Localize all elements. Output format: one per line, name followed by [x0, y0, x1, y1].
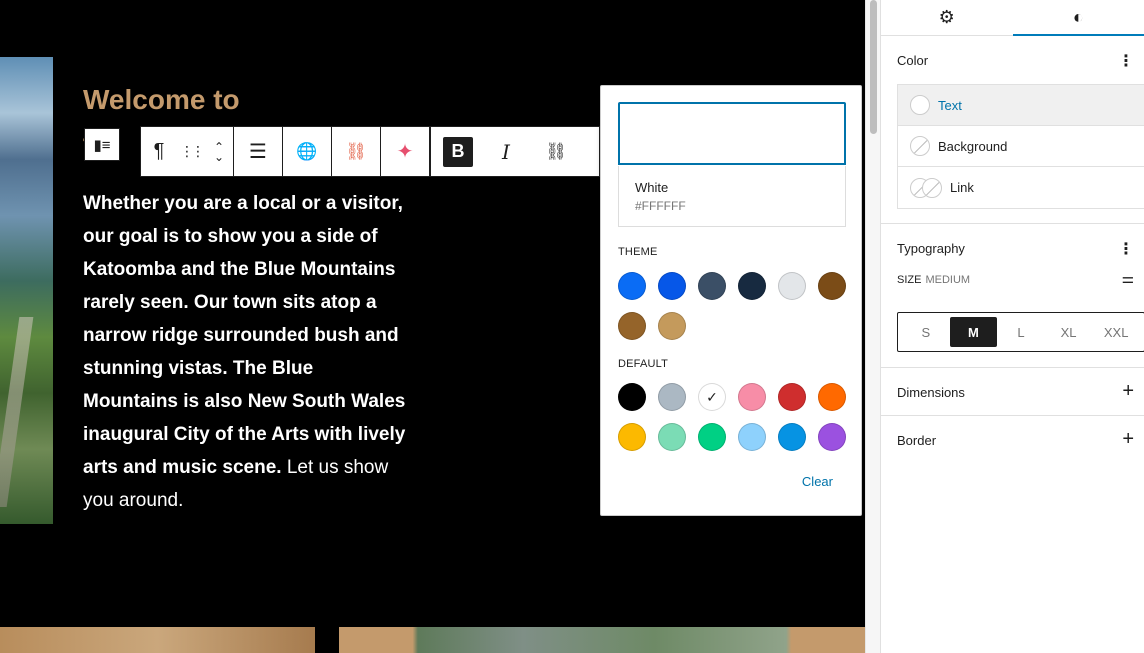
toolbar-group-block: ¶ ⋮⋮ ⌃ ⌄	[141, 127, 234, 176]
color-indicator-pair-icon	[910, 177, 942, 198]
theme-color-swatch[interactable]	[818, 272, 846, 300]
globe-icon[interactable]: 🌐	[283, 127, 331, 176]
color-panel-title: Color	[897, 53, 929, 68]
font-size-option-xl[interactable]: XL	[1045, 317, 1093, 347]
font-size-option-xxl[interactable]: XXL	[1092, 317, 1140, 347]
default-color-swatch[interactable]: ✓	[698, 383, 726, 411]
panel-divider	[881, 415, 1144, 416]
default-color-swatch[interactable]	[658, 383, 686, 411]
color-indicator-empty-icon	[922, 177, 942, 198]
toolbar-group-link-orange: ⛓	[332, 127, 381, 176]
block-heading[interactable]: Welcome to	[83, 84, 240, 116]
scrollbar-thumb[interactable]	[870, 0, 877, 134]
align-left-icon[interactable]: ☰	[234, 127, 282, 176]
default-color-swatch[interactable]	[738, 423, 766, 451]
color-item-background[interactable]: Background	[898, 126, 1144, 167]
panel-divider	[881, 367, 1144, 368]
default-color-swatch[interactable]	[698, 423, 726, 451]
default-color-swatch[interactable]	[618, 423, 646, 451]
default-color-swatch[interactable]	[618, 383, 646, 411]
default-color-swatch[interactable]	[818, 383, 846, 411]
italic-icon[interactable]: I	[480, 127, 532, 176]
font-size-label: SIZE MEDIUM	[897, 274, 970, 286]
sparkle-icon[interactable]: ✦	[381, 127, 429, 176]
color-item-text[interactable]: Text	[898, 85, 1144, 126]
block-type-icon[interactable]: ▮≡	[84, 128, 120, 161]
default-color-swatch[interactable]	[658, 423, 686, 451]
settings-sidebar: ⚙ ◐ Color ⋮ Text Background Link Typogra…	[880, 0, 1144, 653]
typography-options-menu-icon[interactable]: ⋮	[1118, 239, 1134, 259]
default-palette: ✓	[618, 383, 858, 451]
gallery-image-1[interactable]	[0, 627, 315, 653]
font-size-option-s[interactable]: S	[902, 317, 950, 347]
font-size-option-l[interactable]: L	[997, 317, 1045, 347]
default-color-swatch[interactable]	[738, 383, 766, 411]
font-size-value: MEDIUM	[925, 274, 971, 286]
default-color-swatch[interactable]	[818, 423, 846, 451]
theme-color-swatch[interactable]	[778, 272, 806, 300]
bold-icon: B	[443, 136, 473, 167]
plus-icon[interactable]: +	[1122, 380, 1134, 403]
default-color-swatch[interactable]	[778, 383, 806, 411]
border-panel-title[interactable]: Border	[897, 433, 936, 448]
selected-color-preview[interactable]	[618, 102, 846, 165]
drag-handle-icon[interactable]: ⋮⋮	[177, 127, 205, 176]
color-indicator-empty-icon	[910, 136, 930, 156]
link-icon[interactable]: ⛓	[532, 127, 580, 176]
checkmark-icon: ✓	[706, 388, 718, 405]
paragraph-block[interactable]: Whether you are a local or a visitor, ou…	[83, 187, 413, 517]
canvas-scrollbar[interactable]	[865, 0, 880, 653]
typography-panel-title: Typography	[897, 241, 965, 256]
color-item-list: Text Background Link	[897, 84, 1144, 209]
color-item-link[interactable]: Link	[898, 167, 1144, 208]
tab-styles[interactable]: ◐	[1012, 0, 1144, 36]
theme-color-swatch[interactable]	[618, 312, 646, 340]
clear-button[interactable]: Clear	[802, 474, 833, 489]
paragraph-bold-text: Whether you are a local or a visitor, ou…	[83, 193, 406, 478]
plus-icon[interactable]: +	[1122, 428, 1134, 451]
selected-color-hex: #FFFFFF	[635, 199, 686, 213]
theme-color-swatch[interactable]	[738, 272, 766, 300]
color-options-menu-icon[interactable]: ⋮	[1118, 51, 1134, 71]
theme-color-swatch[interactable]	[618, 272, 646, 300]
color-item-label: Background	[938, 138, 1008, 154]
move-down-icon[interactable]: ⌄	[214, 151, 224, 163]
default-palette-label: DEFAULT	[618, 358, 669, 370]
half-circle-icon: ◐	[1072, 7, 1084, 27]
gallery-image-2[interactable]	[339, 627, 865, 653]
theme-palette-label: THEME	[618, 246, 658, 258]
theme-palette	[618, 272, 858, 340]
block-toolbar: ¶ ⋮⋮ ⌃ ⌄ ☰ 🌐 ⛓ ✦ B I ⛓	[140, 126, 600, 177]
font-size-label-text: SIZE	[897, 274, 922, 286]
font-size-option-m[interactable]: M	[949, 317, 998, 347]
block-mover: ⌃ ⌄	[205, 141, 233, 163]
default-color-swatch[interactable]	[778, 423, 806, 451]
color-picker-popover: White #FFFFFF THEME DEFAULT ✓ Clear	[600, 85, 862, 516]
toolbar-group-format: B I ⛓	[430, 127, 580, 176]
color-item-label: Link	[950, 180, 974, 195]
theme-color-swatch[interactable]	[698, 272, 726, 300]
paragraph-icon[interactable]: ¶	[141, 127, 177, 176]
toolbar-group-language: 🌐	[283, 127, 332, 176]
gear-icon: ⚙	[938, 7, 955, 27]
tab-settings[interactable]: ⚙	[881, 0, 1013, 35]
hero-image[interactable]	[0, 57, 53, 524]
toolbar-group-align: ☰	[234, 127, 283, 176]
panel-divider	[881, 223, 1144, 224]
bold-button[interactable]: B	[436, 127, 480, 176]
font-size-picker: S M L XL XXL	[897, 312, 1144, 352]
selected-color-info: White #FFFFFF	[618, 166, 846, 227]
dimensions-panel-title[interactable]: Dimensions	[897, 385, 965, 400]
toolbar-group-ai: ✦	[380, 126, 431, 177]
link-orange-icon[interactable]: ⛓	[332, 127, 380, 176]
color-item-label: Text	[938, 97, 962, 113]
custom-size-icon[interactable]: ⚌	[1121, 270, 1134, 287]
theme-color-swatch[interactable]	[658, 312, 686, 340]
theme-color-swatch[interactable]	[658, 272, 686, 300]
sidebar-tabs: ⚙ ◐	[881, 0, 1144, 36]
color-indicator-icon	[910, 95, 930, 115]
selected-color-name: White	[635, 180, 669, 195]
